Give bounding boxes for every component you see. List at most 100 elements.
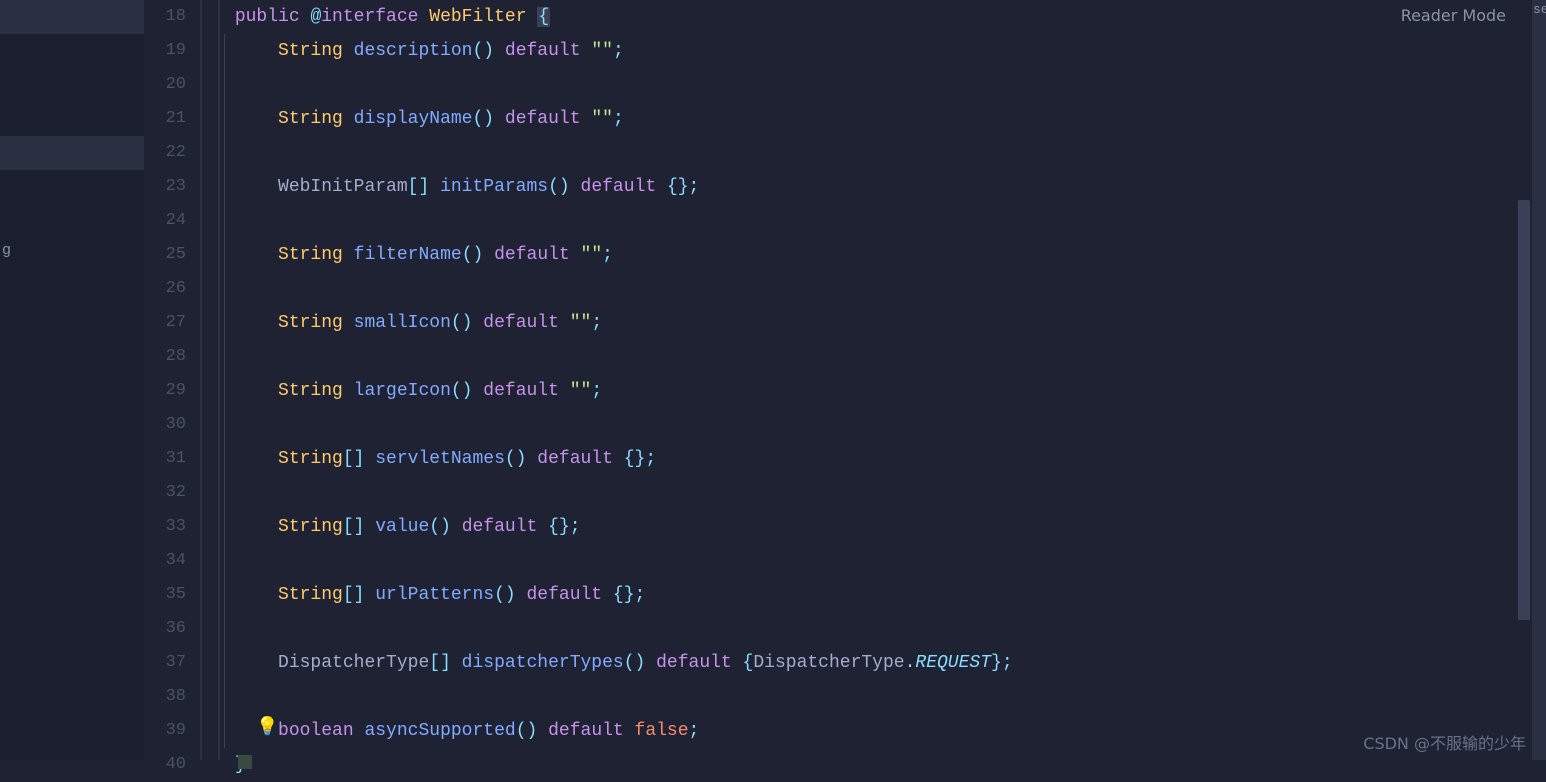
line-number: 26 xyxy=(144,272,186,306)
project-sidebar[interactable]: g xyxy=(0,0,144,760)
line-number: 25 xyxy=(144,238,186,272)
code-line[interactable]: String[] servletNames() default {}; xyxy=(224,442,1516,476)
code-token: String xyxy=(278,381,354,401)
code-token: () xyxy=(548,177,570,197)
code-token: false xyxy=(635,721,689,741)
code-token xyxy=(494,41,505,61)
code-token: String xyxy=(278,585,343,605)
fold-column[interactable] xyxy=(200,0,220,760)
code-token: ; xyxy=(591,381,602,401)
code-token: "" xyxy=(581,245,603,265)
code-token: public xyxy=(235,7,311,27)
line-number: 33 xyxy=(144,510,186,544)
right-strip-text: se xyxy=(1533,2,1546,17)
line-number: 22 xyxy=(144,136,186,170)
code-token: String xyxy=(278,109,354,129)
code-token: String xyxy=(278,313,354,333)
code-token: String xyxy=(278,41,354,61)
code-token xyxy=(235,245,278,265)
line-number: 32 xyxy=(144,476,186,510)
code-token: WebInitParam xyxy=(278,177,408,197)
gutter: 1819202122232425262728293031323334353637… xyxy=(144,0,200,760)
code-token: { xyxy=(537,7,550,27)
code-line[interactable]: String description() default ""; xyxy=(224,34,1516,68)
code-line[interactable] xyxy=(224,272,1516,306)
reader-mode-label[interactable]: Reader Mode xyxy=(1401,6,1506,25)
code-token xyxy=(235,653,278,673)
code-line[interactable] xyxy=(224,680,1516,714)
code-token xyxy=(472,381,483,401)
code-token: default xyxy=(483,313,569,333)
code-token: default xyxy=(483,381,569,401)
code-line[interactable] xyxy=(224,612,1516,646)
line-number: 18 xyxy=(144,0,186,34)
code-line[interactable]: WebInitParam[] initParams() default {}; xyxy=(224,170,1516,204)
line-number: 31 xyxy=(144,442,186,476)
line-number: 38 xyxy=(144,680,186,714)
code-token: [] xyxy=(343,517,375,537)
code-token: default xyxy=(494,245,580,265)
code-token xyxy=(451,517,462,537)
code-token: { xyxy=(743,653,754,673)
code-line[interactable] xyxy=(224,408,1516,442)
code-token: @ xyxy=(310,7,321,27)
code-line[interactable] xyxy=(224,136,1516,170)
code-token xyxy=(494,109,505,129)
code-line[interactable]: } xyxy=(224,748,1516,782)
code-token: "" xyxy=(570,313,592,333)
code-line[interactable]: String[] value() default {}; xyxy=(224,510,1516,544)
vertical-scrollbar[interactable] xyxy=(1518,200,1530,620)
code-token: largeIcon xyxy=(354,381,451,401)
lightbulb-icon[interactable]: 💡 xyxy=(256,716,278,738)
code-line[interactable] xyxy=(224,340,1516,374)
code-line[interactable]: String[] urlPatterns() default {}; xyxy=(224,578,1516,612)
code-token: REQUEST xyxy=(915,653,991,673)
code-line[interactable] xyxy=(224,476,1516,510)
line-number: 19 xyxy=(144,34,186,68)
line-number: 40 xyxy=(144,748,186,782)
code-token: () xyxy=(429,517,451,537)
code-token: [] xyxy=(343,585,375,605)
code-line[interactable] xyxy=(224,544,1516,578)
code-line[interactable]: public @interface WebFilter { xyxy=(224,0,1516,34)
code-token xyxy=(235,585,278,605)
code-line[interactable]: boolean asyncSupported() default false; xyxy=(224,714,1516,748)
code-token: default xyxy=(462,517,548,537)
code-token: "" xyxy=(591,109,613,129)
watermark-text: CSDN @不服输的少年 xyxy=(1363,730,1526,754)
code-token: dispatcherTypes xyxy=(462,653,624,673)
code-token xyxy=(645,653,656,673)
code-token xyxy=(570,177,581,197)
code-token: default xyxy=(537,449,623,469)
code-line[interactable]: String smallIcon() default ""; xyxy=(224,306,1516,340)
line-number: 37 xyxy=(144,646,186,680)
code-line[interactable]: String displayName() default ""; xyxy=(224,102,1516,136)
sidebar-active-row[interactable] xyxy=(0,0,144,34)
code-token: () xyxy=(472,109,494,129)
code-line[interactable]: DispatcherType[] dispatcherTypes() defau… xyxy=(224,646,1516,680)
code-token: String xyxy=(278,517,343,537)
code-token: asyncSupported xyxy=(364,721,515,741)
line-number: 23 xyxy=(144,170,186,204)
code-token: String xyxy=(278,449,343,469)
code-token: {} xyxy=(548,517,570,537)
code-token: description xyxy=(354,41,473,61)
line-number: 28 xyxy=(144,340,186,374)
sidebar-active-row[interactable] xyxy=(0,136,144,170)
code-token: ; xyxy=(689,721,700,741)
code-token: ; xyxy=(591,313,602,333)
code-token: ; xyxy=(602,245,613,265)
code-token: ; xyxy=(613,109,624,129)
code-editor[interactable]: public @interface WebFilter { String des… xyxy=(224,0,1516,760)
line-number: 27 xyxy=(144,306,186,340)
code-token: () xyxy=(472,41,494,61)
code-token: default xyxy=(548,721,634,741)
code-line[interactable]: String filterName() default ""; xyxy=(224,238,1516,272)
code-line[interactable] xyxy=(224,204,1516,238)
code-line[interactable] xyxy=(224,68,1516,102)
code-line[interactable]: String largeIcon() default ""; xyxy=(224,374,1516,408)
code-token xyxy=(483,245,494,265)
code-token: () xyxy=(505,449,527,469)
line-number: 20 xyxy=(144,68,186,102)
code-token: DispatcherType xyxy=(753,653,904,673)
